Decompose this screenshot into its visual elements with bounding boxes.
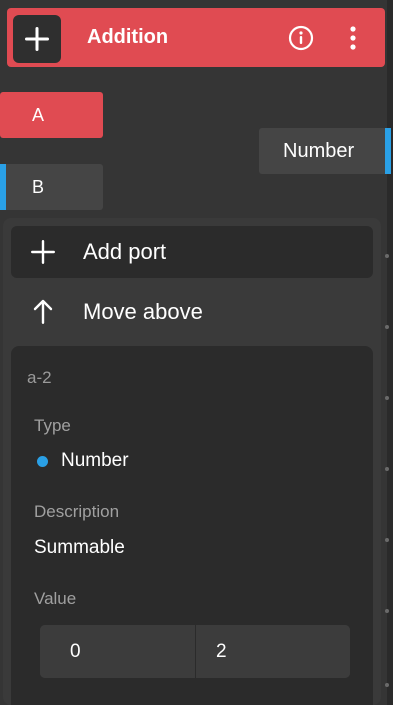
add-port-menu-item[interactable]: Add port <box>11 226 373 278</box>
edge-dot <box>385 683 389 687</box>
type-label: Type <box>34 416 71 435</box>
more-vertical-icon <box>350 26 356 50</box>
plus-icon <box>25 27 49 51</box>
port-details-panel: a-2 Type Number Description Summable Val… <box>11 346 373 705</box>
type-color-dot <box>37 456 48 467</box>
info-icon <box>288 25 314 51</box>
value-input-max[interactable] <box>195 625 350 678</box>
output-port-number[interactable]: Number <box>259 128 391 174</box>
value-label: Value <box>34 589 77 608</box>
input-port-a[interactable]: A <box>0 92 103 138</box>
value-input-min[interactable] <box>40 625 195 678</box>
port-context-menu: Add port Move above a-2 Type Number Desc… <box>3 218 381 705</box>
node-header[interactable]: Addition <box>7 8 385 67</box>
port-connector[interactable] <box>0 164 6 210</box>
type-value[interactable]: Number <box>61 450 129 472</box>
edge-dot <box>385 467 389 471</box>
menu-item-label: Add port <box>83 239 167 264</box>
port-label: B <box>32 176 45 197</box>
move-above-menu-item[interactable]: Move above <box>11 286 373 338</box>
add-node-button[interactable] <box>13 15 61 63</box>
addition-node: Addition A B Number Add port Move above … <box>0 0 393 705</box>
node-menu-button[interactable] <box>343 24 363 52</box>
value-inputs <box>40 625 350 678</box>
edge-dot <box>385 609 389 613</box>
plus-icon <box>27 236 59 268</box>
description-value[interactable]: Summable <box>34 537 125 559</box>
edge-dot <box>385 254 389 258</box>
port-label: Number <box>283 139 355 162</box>
port-label: A <box>32 104 45 125</box>
arrow-up-icon <box>27 296 59 328</box>
description-label: Description <box>34 502 120 521</box>
edge-dot <box>385 538 389 542</box>
port-connector[interactable] <box>385 128 391 174</box>
port-id: a-2 <box>27 368 52 387</box>
edge-dot <box>385 325 389 329</box>
node-title: Addition <box>87 26 169 48</box>
menu-item-label: Move above <box>83 299 203 324</box>
info-button[interactable] <box>288 25 314 51</box>
input-port-b[interactable]: B <box>0 164 103 210</box>
node-right-edge <box>387 0 393 705</box>
edge-dot <box>385 396 389 400</box>
